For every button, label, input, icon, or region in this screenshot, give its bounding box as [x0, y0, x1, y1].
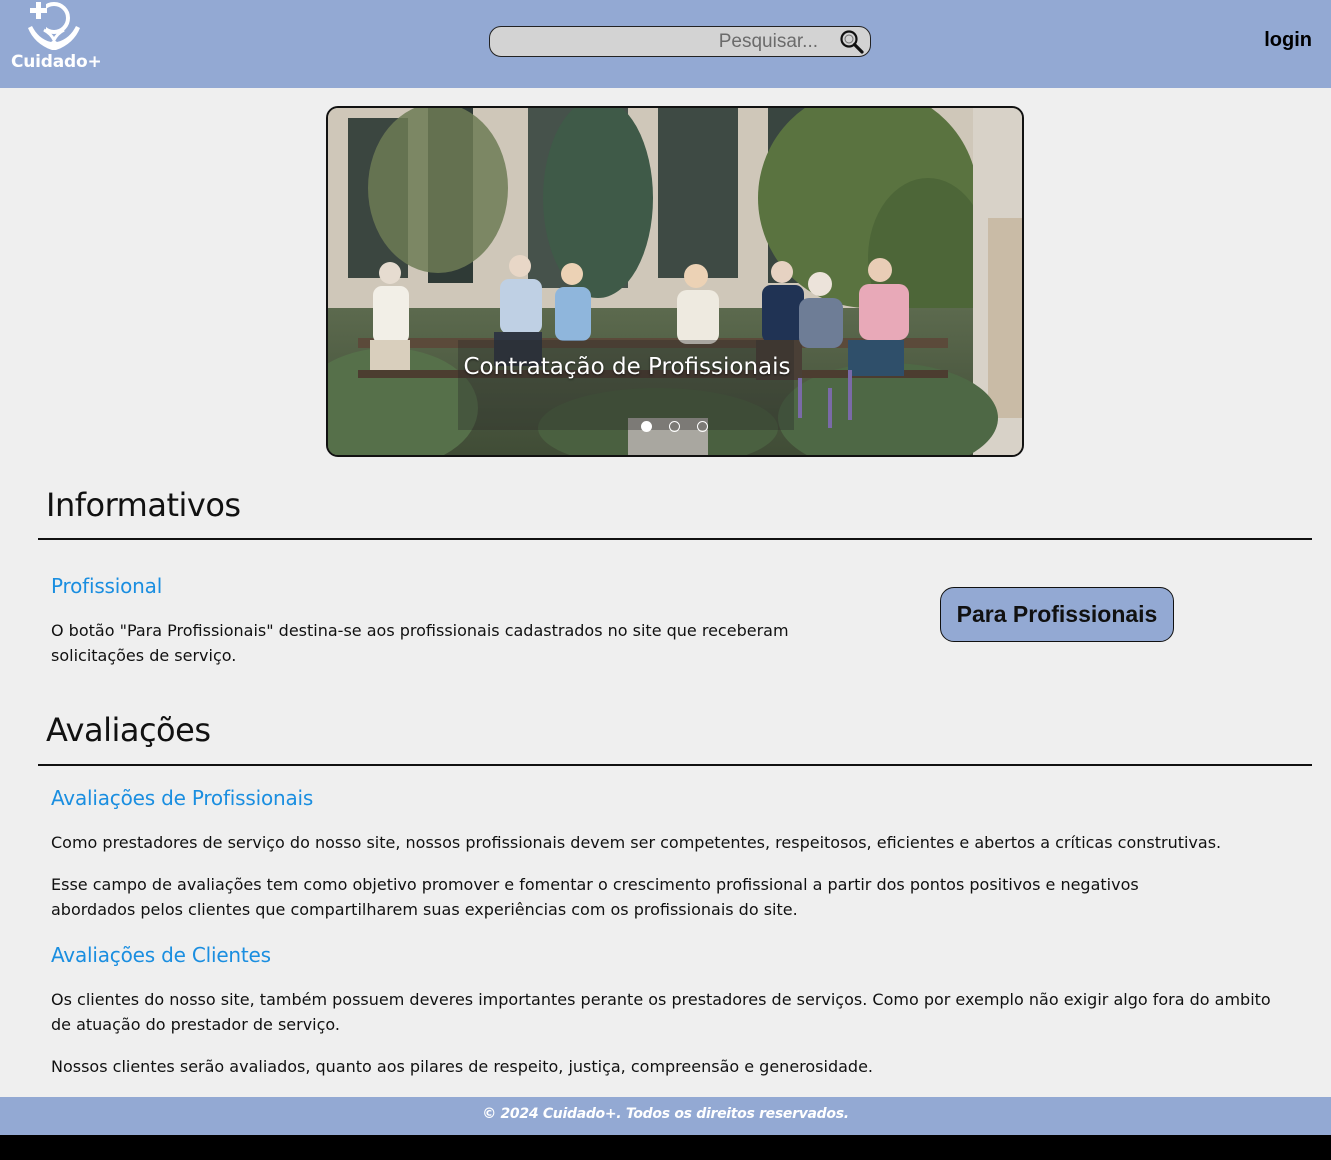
- search-bar: [489, 26, 871, 57]
- section-divider: [38, 538, 1312, 540]
- subtitle-avaliacoes-clientes: Avaliações de Clientes: [51, 943, 271, 967]
- clientes-paragraph-1: Os clientes do nosso site, também possue…: [51, 990, 1271, 1034]
- subtitle-profissional: Profissional: [51, 574, 163, 598]
- search-input[interactable]: [498, 29, 818, 54]
- carousel-caption: Contratação de Profissionais: [463, 354, 791, 380]
- header: Cuidado+ login: [0, 0, 1331, 88]
- page: Cuidado+ login: [0, 0, 1331, 1135]
- care-hands-icon: [28, 0, 80, 50]
- brand-name: Cuidado+: [11, 52, 102, 72]
- carousel-dot-1[interactable]: [641, 421, 652, 432]
- carousel-dot-2[interactable]: [669, 421, 680, 432]
- hero-carousel[interactable]: Contratação de Profissionais: [326, 106, 1024, 457]
- subtitle-avaliacoes-profissionais: Avaliações de Profissionais: [51, 786, 314, 810]
- profissionais-paragraph-1: Como prestadores de serviço do nosso sit…: [51, 833, 1222, 852]
- carousel-dot-3[interactable]: [697, 421, 708, 432]
- section-divider: [38, 764, 1312, 766]
- profissionais-paragraph-2: Esse campo de avaliações tem como objeti…: [51, 875, 1139, 919]
- logo[interactable]: Cuidado+: [10, 0, 102, 80]
- copyright-text: © 2024 Cuidado+. Todos os direitos reser…: [482, 1106, 849, 1122]
- profissional-description: O botão "Para Profissionais" destina-se …: [51, 621, 789, 665]
- section-title-avaliacoes: Avaliações: [46, 711, 211, 749]
- login-link[interactable]: login: [1264, 29, 1312, 52]
- clientes-paragraph-2: Nossos clientes serão avaliados, quanto …: [51, 1057, 874, 1076]
- section-title-informativos: Informativos: [46, 486, 241, 524]
- footer: © 2024 Cuidado+. Todos os direitos reser…: [0, 1097, 1331, 1135]
- para-profissionais-button[interactable]: Para Profissionais: [940, 587, 1174, 642]
- search-icon[interactable]: [839, 29, 865, 55]
